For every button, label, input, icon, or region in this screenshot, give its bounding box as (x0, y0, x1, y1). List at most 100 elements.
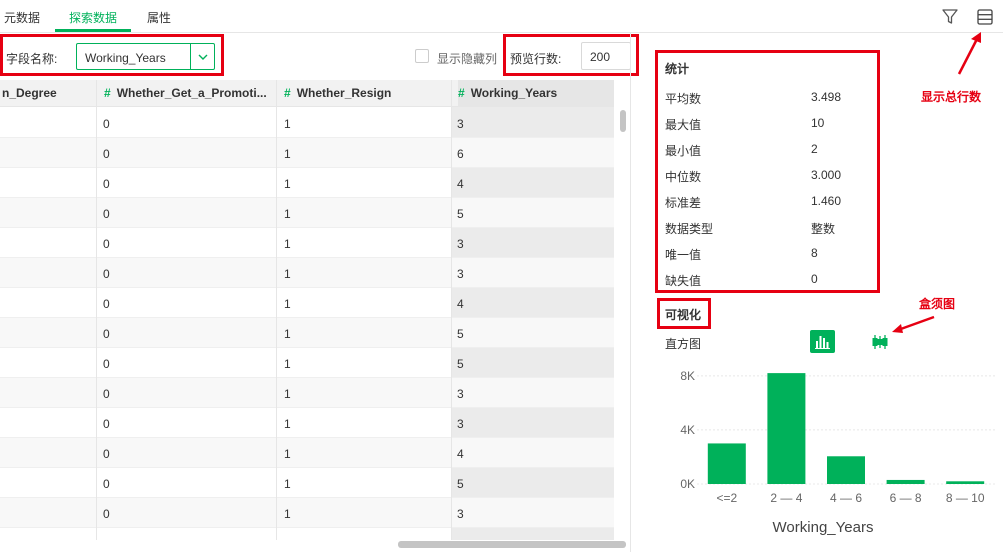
vertical-scrollbar[interactable] (620, 110, 626, 132)
x-tick-label: 6 — 8 (890, 491, 922, 505)
table-cell: 1 (284, 117, 291, 131)
field-name-value: Working_Years (85, 51, 166, 65)
visual-title: 可视化 (665, 308, 702, 322)
table-row: 0 1 3 (0, 378, 614, 408)
stat-value: 整数 (811, 222, 836, 236)
table-cell: 0 (103, 447, 110, 461)
x-tick-label: <=2 (716, 491, 737, 505)
stats-title: 统计 (665, 62, 690, 76)
tab-explore-data[interactable]: 探索数据 (69, 9, 117, 26)
table-row: 0 1 3 (0, 408, 614, 438)
table-cell: 5 (457, 327, 464, 341)
boxplot-button[interactable] (868, 331, 892, 353)
x-tick-label: 2 — 4 (770, 491, 802, 505)
column-header[interactable]: # Whether_Resign (284, 80, 391, 107)
table-cell: 3 (457, 417, 464, 431)
table-row: 0 1 3 (0, 258, 614, 288)
table-cell: 0 (103, 267, 110, 281)
stat-value: 3.498 (811, 90, 842, 104)
preview-rows-value: 200 (590, 50, 611, 64)
field-name-select[interactable]: Working_Years (76, 43, 215, 70)
table-cell: 3 (457, 387, 464, 401)
column-header[interactable]: # Whether_Get_a_Promoti... (104, 80, 274, 107)
table-cell: 4 (457, 177, 464, 191)
table-cell: 1 (284, 357, 291, 371)
stat-label: 唯一值 (665, 248, 702, 262)
show-hidden-label: 显示隐藏列 (437, 52, 498, 66)
table-row: 0 1 3 (0, 228, 614, 258)
column-header[interactable]: # Working_Years (458, 80, 614, 107)
table-cell: 1 (284, 177, 291, 191)
chevron-down-icon[interactable] (190, 44, 214, 69)
table-cell: 3 (457, 237, 464, 251)
stat-value: 8 (811, 246, 818, 260)
column-divider (276, 80, 277, 540)
histogram-bar[interactable] (827, 456, 865, 484)
x-axis-title: Working_Years (773, 519, 874, 536)
table-cell: 3 (457, 117, 464, 131)
table-cell: 5 (457, 207, 464, 221)
table-cell: 0 (103, 177, 110, 191)
histogram-bar[interactable] (707, 443, 746, 484)
filter-icon[interactable] (940, 7, 960, 27)
stat-value: 0 (811, 272, 818, 286)
table-cell: 0 (103, 417, 110, 431)
y-tick-label: 0K (680, 477, 695, 491)
tab-properties[interactable]: 属性 (147, 9, 171, 26)
table-cell: 5 (457, 357, 464, 371)
stat-label: 中位数 (665, 170, 702, 184)
table-row: 0 1 5 (0, 468, 614, 498)
stat-label: 标准差 (665, 196, 702, 210)
x-tick-label: 4 — 6 (830, 491, 862, 505)
table-cell: 1 (284, 387, 291, 401)
table-cell: 0 (103, 297, 110, 311)
stat-value: 3.000 (811, 168, 842, 182)
annotation-arrow (957, 32, 981, 75)
table-cell: 6 (457, 147, 464, 161)
table-cell: 0 (103, 327, 110, 341)
stat-label: 缺失值 (665, 274, 702, 288)
table-row: 0 1 5 (0, 318, 614, 348)
stat-value: 2 (811, 142, 818, 156)
bar-chart-icon (815, 336, 830, 349)
show-hidden-checkbox[interactable] (415, 49, 429, 63)
table-cell: 0 (103, 477, 110, 491)
table-row: 0 1 5 (0, 198, 614, 228)
table-cell: 0 (103, 147, 110, 161)
table-cell: 3 (457, 507, 464, 521)
table-cell: 4 (457, 447, 464, 461)
table-cell: 0 (103, 357, 110, 371)
table-cell: 0 (103, 117, 110, 131)
tab-metadata[interactable]: 元数据 (4, 9, 40, 26)
stat-value: 1.460 (811, 194, 842, 208)
horizontal-scrollbar[interactable] (398, 541, 626, 548)
table-cell: 4 (457, 297, 464, 311)
histogram-bar[interactable] (946, 481, 985, 484)
table-cell: 1 (284, 477, 291, 491)
column-divider (96, 80, 97, 540)
top-bar: 元数据 探索数据 属性 (0, 0, 1003, 33)
histogram-button[interactable] (810, 330, 835, 353)
field-name-label: 字段名称: (6, 52, 58, 66)
boxplot-icon (872, 335, 888, 349)
table-row: 0 1 6 (0, 138, 614, 168)
histogram-chart: 0K 4K 8K <=2 2 — 4 4 — 6 6 — 8 8 — 10 Working_Ye… (680, 369, 995, 536)
histogram-bar[interactable] (767, 373, 806, 484)
table-cell: 0 (103, 387, 110, 401)
table-cell: 1 (284, 237, 291, 251)
annotation-boxplot: 盒须图 (919, 297, 956, 311)
rows-icon[interactable] (975, 7, 995, 27)
table-row: 0 1 4 (0, 288, 614, 318)
histogram-bar[interactable] (886, 479, 925, 484)
table-row: 0 1 4 (0, 438, 614, 468)
stat-label: 平均数 (665, 92, 702, 106)
column-divider (451, 80, 452, 540)
column-header[interactable]: n_Degree (2, 80, 57, 107)
y-tick-label: 8K (680, 369, 695, 383)
table-cell: 0 (103, 237, 110, 251)
annotation-total-rows: 显示总行数 (921, 90, 982, 104)
table-cell: 1 (284, 327, 291, 341)
table-row: 0 1 3 (0, 498, 614, 528)
preview-rows-input[interactable]: 200 (581, 42, 631, 70)
table-row: 0 1 5 (0, 348, 614, 378)
